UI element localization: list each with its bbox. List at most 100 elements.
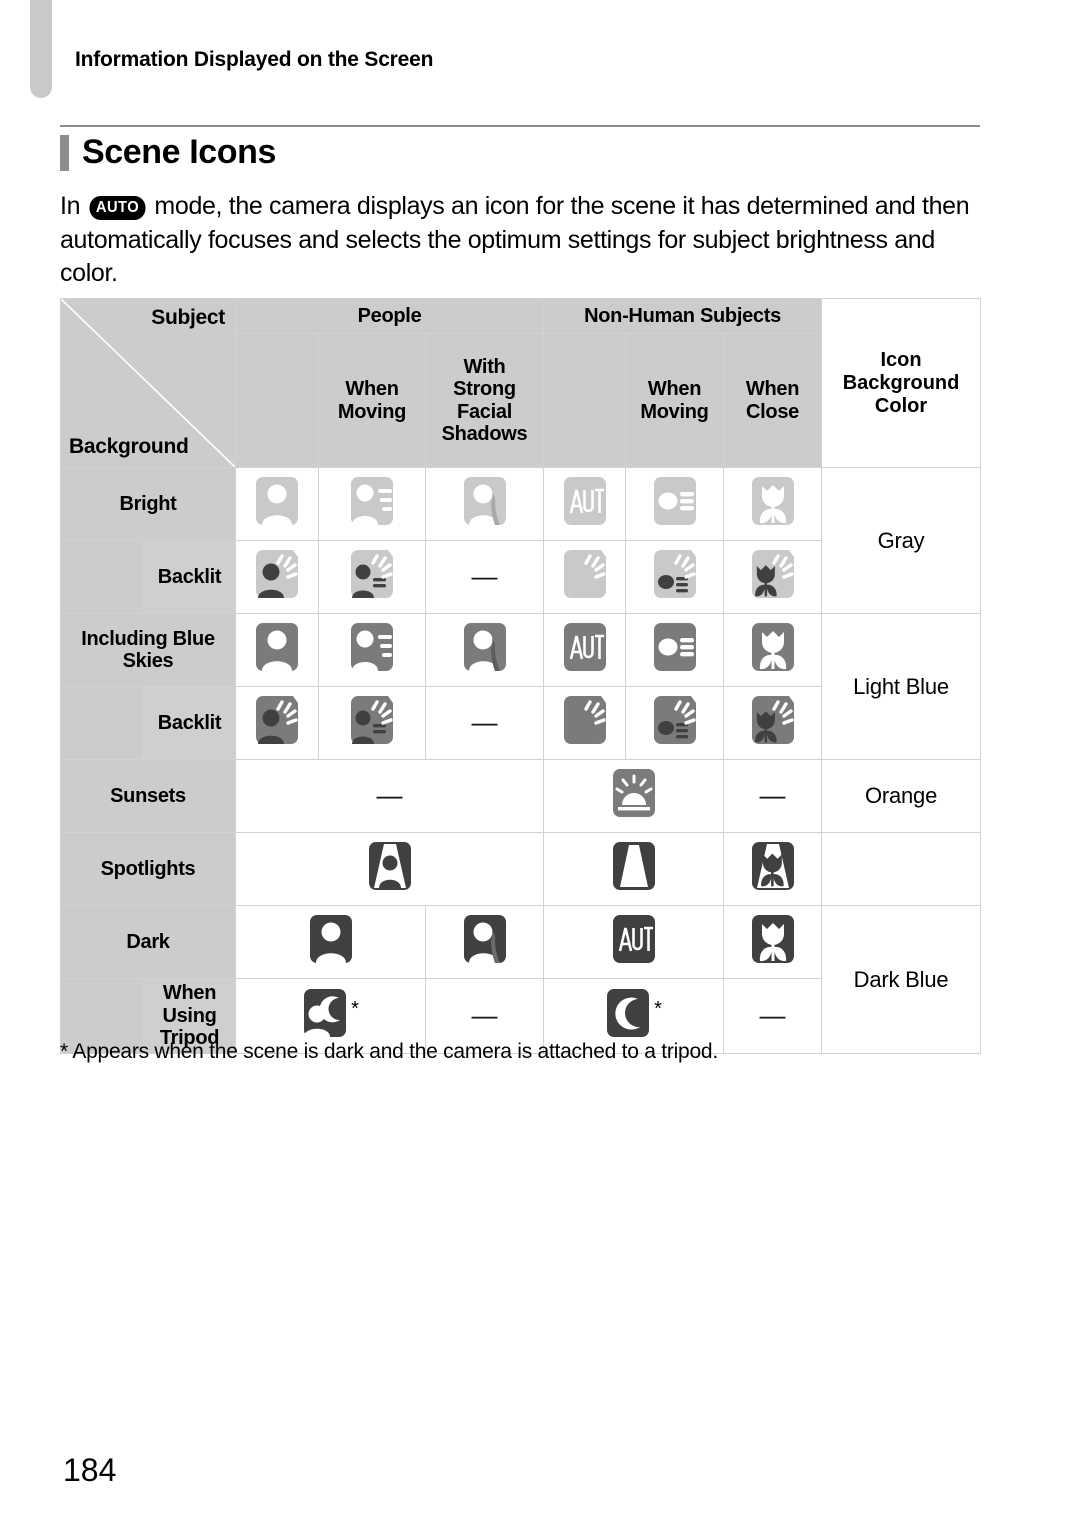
manual-page: Information Displayed on the Screen Scen…: [0, 0, 1080, 1521]
scene-icon-tulip: [750, 621, 796, 679]
icon-cell: [543, 905, 724, 979]
scene-icon-person-shadow: [462, 913, 508, 971]
scene-icon-backlit: [562, 694, 608, 752]
icon-cell: [722, 613, 823, 687]
icon-cell: [625, 686, 724, 760]
icon-background-color-value: Dark Blue: [821, 905, 982, 1054]
scene-icon-person-backlit: [254, 548, 300, 606]
section-accent-bar: [60, 134, 69, 171]
scene-icon-object-backlit: [652, 548, 698, 606]
page-title: Scene Icons: [82, 133, 277, 171]
not-available-dash: —: [376, 780, 403, 810]
icon-cell: [722, 467, 823, 541]
scene-icons-table: Subject Background People Non-Human Subj…: [60, 297, 982, 1054]
scene-icon-person-moving: [349, 621, 395, 679]
icon-cell: [722, 832, 823, 906]
row-label-backlit: Backlit: [143, 686, 236, 760]
scene-icon-tulip: [750, 475, 796, 533]
footnote: * Appears when the scene is dark and the…: [60, 1040, 718, 1063]
group-header-icon-bg-color: Icon Background Color: [821, 298, 982, 468]
icon-cell: [425, 613, 544, 687]
icon-cell: [235, 540, 319, 614]
scene-icon-person-backlit: [254, 694, 300, 752]
icon-cell: [722, 905, 823, 979]
axis-label-subject: Subject: [151, 306, 225, 329]
icon-cell: [625, 540, 724, 614]
icon-background-color-value: [821, 832, 982, 906]
page-edge-tab: [30, 0, 52, 98]
icon-cell: —: [425, 540, 544, 614]
icon-cell: [543, 613, 626, 687]
section-header: Scene Icons: [60, 125, 980, 172]
icon-cell: [318, 613, 426, 687]
scene-icon-auto: [562, 475, 608, 533]
icon-cell: —: [235, 759, 544, 833]
icon-cell: [425, 467, 544, 541]
scene-icon-person: [308, 913, 354, 971]
sub-header-nonhuman-generic: [543, 333, 626, 468]
icon-background-color-value: Gray: [821, 467, 982, 614]
icon-cell: [425, 905, 544, 979]
icon-with-footnote-marker: *: [236, 987, 425, 1045]
icon-cell: [543, 467, 626, 541]
table-row: Spotlights: [60, 832, 982, 906]
sub-header-people-strong-shadows: With Strong Facial Shadows: [425, 333, 544, 468]
axis-label-background: Background: [69, 435, 189, 458]
scene-icon-auto: [611, 913, 657, 971]
icon-cell: —: [425, 686, 544, 760]
scene-icon-object-backlit: [652, 694, 698, 752]
group-header-people: People: [235, 297, 544, 335]
icon-cell: [543, 686, 626, 760]
scene-icon-backlit: [562, 548, 608, 606]
auto-mode-badge-icon: AUTO: [89, 196, 146, 221]
icon-cell: [722, 540, 823, 614]
icon-cell: [235, 832, 544, 906]
scene-icons-body: Subject Background People Non-Human Subj…: [60, 297, 982, 1054]
scene-icon-object-moving: [652, 475, 698, 533]
scene-icon-person-moving: [349, 475, 395, 533]
row-spacer-cell: [60, 540, 144, 614]
icon-cell: —: [722, 978, 823, 1054]
scene-icon-tulip: [750, 913, 796, 971]
icon-cell: [625, 613, 724, 687]
sub-header-people-generic: [235, 333, 319, 468]
not-available-dash: —: [471, 561, 498, 591]
scene-icon-person-moving-backlit: [349, 694, 395, 752]
sub-header-people-when-moving: When Moving: [318, 333, 426, 468]
row-label-including-blue-skies: Including Blue Skies: [60, 613, 236, 687]
intro-after: mode, the camera displays an icon for th…: [60, 192, 970, 287]
icon-cell: [543, 540, 626, 614]
corner-axis-cell: Subject Background: [60, 298, 236, 468]
scene-icon-sunset: [611, 767, 657, 825]
table-header-row-groups: Subject Background People Non-Human Subj…: [60, 297, 982, 468]
row-label-backlit: Backlit: [143, 540, 236, 614]
page-number: 184: [63, 1452, 117, 1488]
not-available-dash: —: [471, 707, 498, 737]
table-row: Including Blue Skies Light Blue: [60, 613, 982, 760]
scene-icon-person-moving-backlit: [349, 548, 395, 606]
icon-cell: —: [722, 759, 823, 833]
icon-cell: [235, 467, 319, 541]
scene-icon-moon-star: [605, 987, 651, 1045]
scene-icon-person-shadow: [462, 621, 508, 679]
scene-icon-tulip-backlit: [750, 694, 796, 752]
scene-icon-tulip-backlit: [750, 548, 796, 606]
table-row: Bright Gray: [60, 467, 982, 614]
table-row: Sunsets — — Orange: [60, 759, 982, 833]
intro-before: In: [60, 192, 81, 220]
scene-icon-person-night-star: [302, 987, 348, 1045]
icon-cell: [235, 613, 319, 687]
scene-icon-person-shadow: [462, 475, 508, 533]
sub-header-nonhuman-when-moving: When Moving: [625, 333, 724, 468]
scene-icon-person: [254, 475, 300, 533]
icon-cell: [318, 540, 426, 614]
icon-background-color-value: Light Blue: [821, 613, 982, 760]
footnote-asterisk: *: [654, 998, 662, 1020]
row-label-spotlights: Spotlights: [60, 832, 236, 906]
scene-icon-object-moving: [652, 621, 698, 679]
icon-cell: [235, 905, 426, 979]
group-header-non-human: Non-Human Subjects: [542, 297, 823, 335]
not-available-dash: —: [471, 1000, 498, 1030]
icon-cell: [625, 467, 724, 541]
not-available-dash: —: [759, 780, 786, 810]
